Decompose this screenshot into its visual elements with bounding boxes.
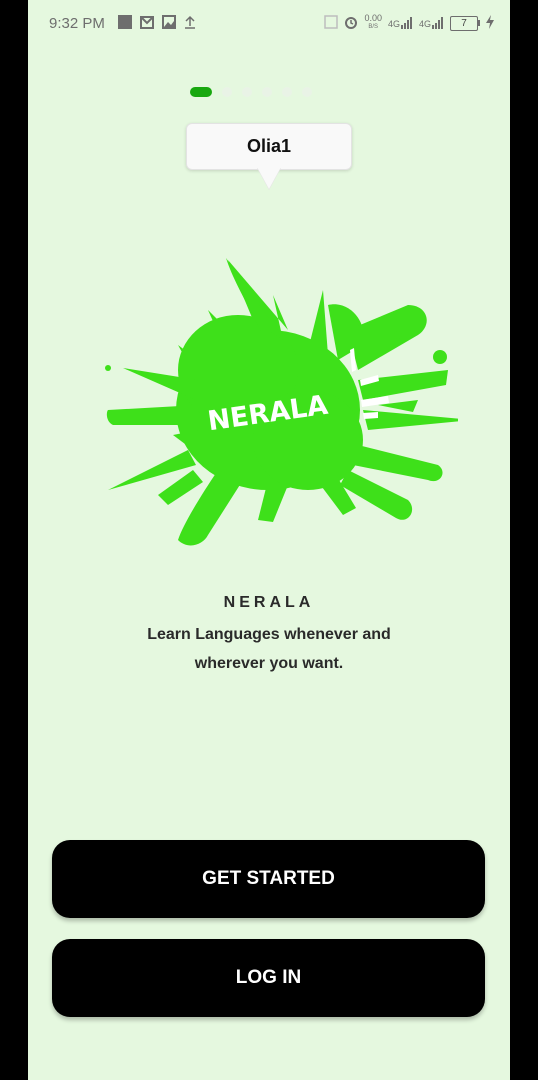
page-indicator (190, 87, 312, 97)
signal-2-label: 4G (418, 19, 431, 29)
nfc-icon (324, 15, 339, 31)
tagline: Learn Languages whenever and wherever yo… (147, 626, 391, 672)
battery-level: 7 (450, 15, 478, 31)
page-dot[interactable] (242, 87, 252, 97)
speech-bubble-tail (257, 167, 281, 189)
signal-1: 4G (388, 17, 413, 29)
page-dot[interactable] (282, 87, 292, 97)
network-speed-value: 0.00 (364, 13, 382, 23)
page-dot[interactable] (262, 87, 272, 97)
battery-icon: 7 (450, 15, 480, 31)
app-screen: 9:32 PM 0.00 B/S 4G 4G 7 Olia1 NERALA NE… (28, 0, 510, 1080)
brand-title: NERALA (223, 594, 315, 611)
network-speed: 0.00 B/S (364, 14, 382, 32)
photo-icon (162, 14, 176, 30)
speech-bubble: Olia1 (186, 123, 352, 170)
speech-bubble-text: Olia1 (246, 136, 292, 156)
get-started-button[interactable]: GET STARTED (52, 840, 485, 918)
status-right-group: 0.00 B/S 4G 4G 7 (324, 12, 494, 34)
signal-bars-icon (432, 17, 443, 29)
notification-square-icon (118, 14, 132, 30)
signal-1-label: 4G (387, 19, 400, 29)
page-dot-active[interactable] (190, 87, 212, 97)
log-in-button[interactable]: LOG IN (52, 939, 485, 1017)
network-speed-unit: B/S (368, 24, 379, 30)
status-bar: 9:32 PM 0.00 B/S 4G 4G 7 (28, 0, 510, 48)
page-dot[interactable] (222, 87, 232, 97)
upload-icon (184, 14, 196, 30)
gmail-icon (140, 14, 154, 30)
nerala-splash-logo: NERALA (105, 258, 458, 546)
status-time: 9:32 PM (49, 15, 105, 32)
page-dot[interactable] (302, 87, 312, 97)
signal-2: 4G (419, 17, 444, 29)
charging-icon (486, 15, 494, 31)
signal-bars-icon (400, 17, 412, 29)
alarm-icon (344, 15, 358, 31)
